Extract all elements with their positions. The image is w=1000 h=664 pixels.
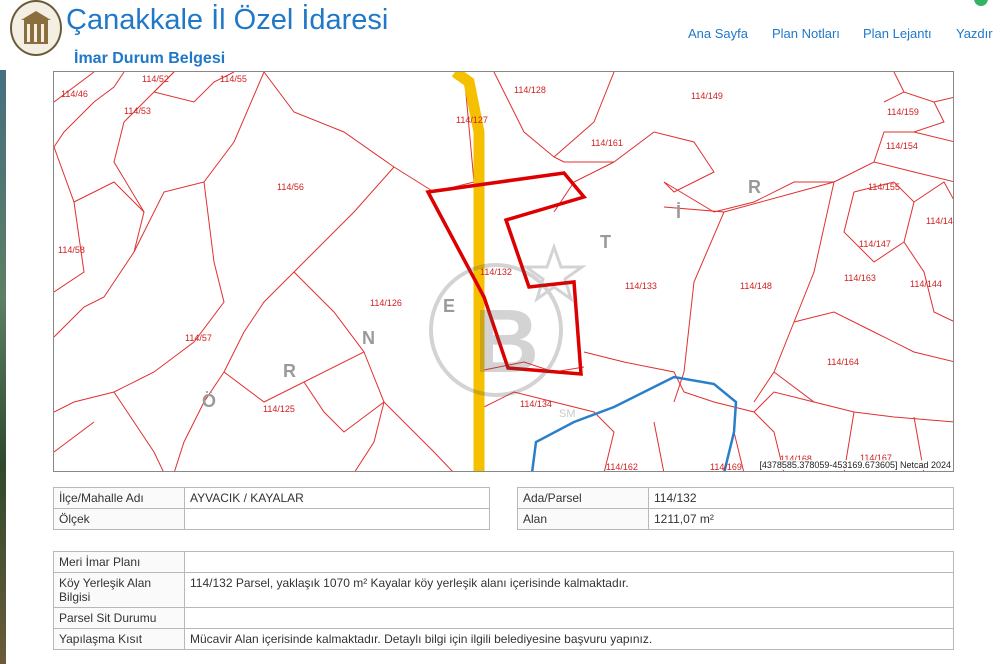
district-value: AYVACIK / KAYALAR [184, 487, 490, 509]
svg-text:114/159: 114/159 [887, 107, 919, 117]
page-header: Çanakkale İl Özel İdaresi İmar Durum Bel… [0, 0, 1000, 70]
table-row: İlçe/Mahalle Adı AYVACIK / KAYALAR [53, 487, 490, 509]
svg-text:114/53: 114/53 [124, 106, 151, 116]
app-title: Çanakkale İl Özel İdaresi [66, 4, 389, 36]
construction-restriction-value: Mücavir Alan içerisinde kalmaktadır. Det… [184, 628, 954, 650]
svg-text:E: E [443, 296, 455, 316]
svg-text:114/169: 114/169 [710, 462, 742, 472]
svg-text:114/134: 114/134 [520, 399, 552, 409]
area-value: 1211,07 m² [648, 508, 954, 530]
coordinate-readout: [4378585.378059-453169.673605] Netcad 20… [759, 460, 951, 470]
table-row: Köy Yerleşik Alan Bilgisi 114/132 Parsel… [53, 572, 954, 608]
svg-text:114/154: 114/154 [886, 141, 918, 151]
svg-text:114/46: 114/46 [61, 89, 88, 99]
site-status-value [184, 607, 954, 629]
svg-text:114/58: 114/58 [58, 245, 85, 255]
stream [530, 375, 738, 471]
construction-restriction-label: Yapılaşma Kısıt [53, 628, 185, 650]
table-row: Ölçek [53, 508, 490, 530]
svg-text:114/163: 114/163 [844, 273, 876, 283]
svg-text:114/56: 114/56 [277, 182, 304, 192]
svg-text:114/128: 114/128 [514, 85, 546, 95]
parcel-number-label: Ada/Parsel [517, 487, 649, 509]
table-row: Meri İmar Planı [53, 551, 954, 573]
svg-text:114/57: 114/57 [185, 333, 212, 343]
svg-text:N: N [362, 328, 375, 348]
nav-home[interactable]: Ana Sayfa [688, 26, 748, 41]
svg-text:T: T [600, 232, 611, 252]
status-indicator [974, 0, 988, 6]
nav-plan-legend[interactable]: Plan Lejantı [863, 26, 932, 41]
svg-text:SM: SM [559, 408, 576, 420]
svg-text:114/55: 114/55 [220, 74, 247, 84]
parcel-table: Ada/Parsel 114/132 Alan 1211,07 m² [517, 487, 954, 530]
table-row: Ada/Parsel 114/132 [517, 487, 954, 509]
svg-text:114/147: 114/147 [859, 239, 891, 249]
background-strip [0, 0, 6, 664]
scale-value [184, 508, 490, 530]
table-row: Parsel Sit Durumu [53, 607, 954, 629]
page-subtitle: İmar Durum Belgesi [74, 50, 226, 67]
svg-text:114/148: 114/148 [740, 281, 772, 291]
svg-text:114/162: 114/162 [606, 462, 638, 472]
svg-text:114/144: 114/144 [910, 279, 942, 289]
location-table: İlçe/Mahalle Adı AYVACIK / KAYALAR Ölçek [53, 487, 490, 530]
svg-text:114/149: 114/149 [691, 91, 723, 101]
table-row: Yapılaşma Kısıt Mücavir Alan içerisinde … [53, 628, 954, 650]
svg-text:114/155: 114/155 [868, 182, 900, 192]
svg-text:114/161: 114/161 [591, 138, 623, 148]
svg-text:114/126: 114/126 [370, 298, 402, 308]
map-viewer[interactable]: B SM 114/46 114/52 114/55 114/53 114/127… [53, 71, 954, 472]
svg-text:R: R [283, 361, 296, 381]
site-status-label: Parsel Sit Durumu [53, 607, 185, 629]
scale-label: Ölçek [53, 508, 185, 530]
village-area-value: 114/132 Parsel, yaklaşık 1070 m² Kayalar… [184, 572, 954, 608]
svg-text:B: B [474, 292, 539, 392]
table-row: Alan 1211,07 m² [517, 508, 954, 530]
svg-text:114/52: 114/52 [142, 74, 169, 84]
svg-text:114/14: 114/14 [926, 216, 953, 226]
svg-text:Ö: Ö [202, 391, 216, 411]
zoning-plan-value [184, 551, 954, 573]
svg-text:114/127: 114/127 [456, 115, 488, 125]
svg-text:114/133: 114/133 [625, 281, 657, 291]
svg-text:114/125: 114/125 [263, 404, 295, 414]
area-label: Alan [517, 508, 649, 530]
parcel-labels: 114/46 114/52 114/55 114/53 114/127 114/… [58, 74, 953, 472]
district-label: İlçe/Mahalle Adı [53, 487, 185, 509]
nav-plan-notes[interactable]: Plan Notları [772, 26, 840, 41]
village-area-label: Köy Yerleşik Alan Bilgisi [53, 572, 185, 608]
logo-icon [10, 0, 62, 56]
nav-print[interactable]: Yazdır [956, 26, 993, 41]
svg-text:R: R [748, 177, 761, 197]
svg-text:İ: İ [676, 202, 681, 222]
zoning-table: Meri İmar Planı Köy Yerleşik Alan Bilgis… [53, 551, 954, 650]
parcel-number-value: 114/132 [648, 487, 954, 509]
zoning-plan-label: Meri İmar Planı [53, 551, 185, 573]
svg-text:114/132: 114/132 [480, 267, 512, 277]
svg-text:114/164: 114/164 [827, 357, 859, 367]
